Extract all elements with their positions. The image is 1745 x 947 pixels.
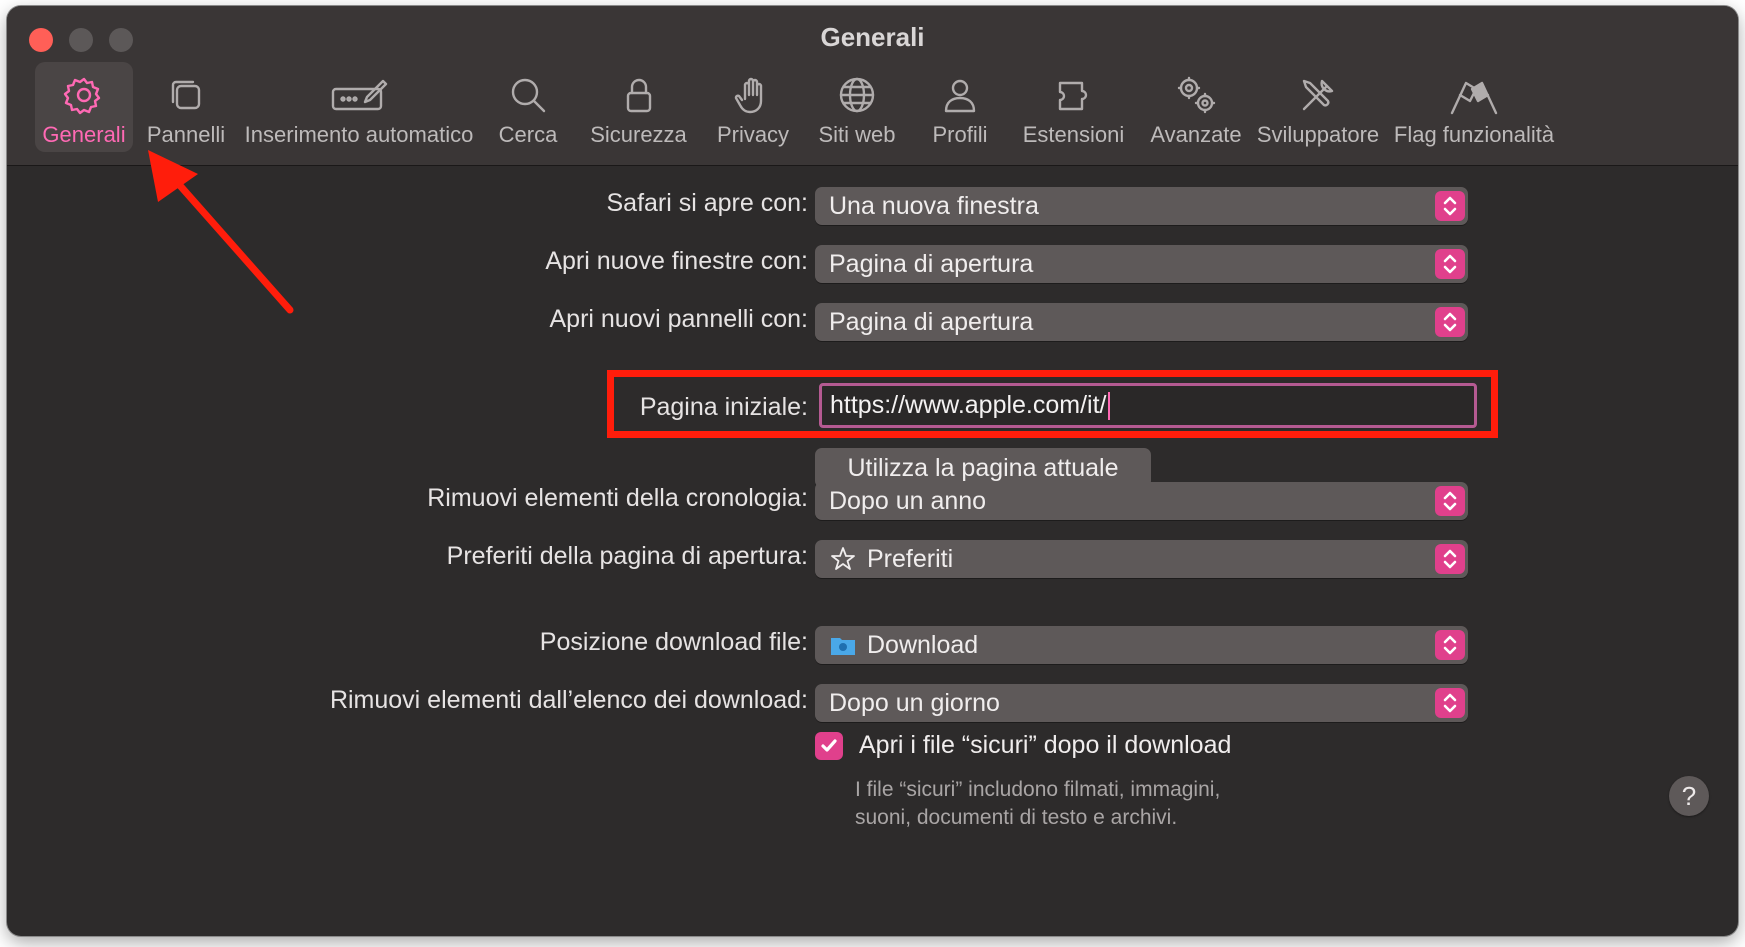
chevron-up-down-icon — [1435, 544, 1465, 574]
tab-label: Estensioni — [1022, 122, 1125, 147]
popup-value: Pagina di apertura — [829, 307, 1034, 336]
remove-downloads-label: Rimuovi elementi dall’elenco dei downloa… — [329, 686, 808, 714]
chevron-up-down-icon — [1435, 630, 1465, 660]
remove-history-popup[interactable]: Dopo un anno — [815, 482, 1468, 520]
remove-history-label: Rimuovi elementi della cronologia: — [427, 484, 808, 512]
tab-label: Sicurezza — [590, 122, 687, 147]
download-location-popup[interactable]: Download — [815, 626, 1468, 664]
flags-icon — [1439, 70, 1509, 120]
remove-downloads-popup[interactable]: Dopo un giorno — [815, 684, 1468, 722]
tab-label: Avanzate — [1150, 122, 1242, 147]
popup-value: Download — [867, 630, 979, 659]
open-safe-files-label[interactable]: Apri i file “sicuri” dopo il download — [859, 731, 1231, 760]
help-button[interactable]: ? — [1669, 776, 1709, 816]
download-location-label: Posizione download file: — [539, 628, 808, 656]
text-caret — [1107, 391, 1110, 420]
general-settings-panel: Safari si apre con: Una nuova finestra A… — [7, 166, 1738, 936]
tab-label: Generali — [42, 122, 126, 147]
safari-opens-with-label: Safari si apre con: — [606, 189, 809, 217]
safe-files-note-line: I file “sicuri” includono filmati, immag… — [855, 778, 1221, 801]
preferences-window: Generali Generali Pannelli Inserimento a… — [7, 6, 1738, 936]
start-page-favorites-popup[interactable]: Preferiti — [815, 540, 1468, 578]
gears-icon — [1171, 70, 1221, 120]
safari-opens-with-popup[interactable]: Una nuova finestra — [815, 187, 1468, 225]
star-icon — [829, 545, 857, 573]
tab-label: Siti web — [818, 122, 896, 147]
tab-inserimento-automatico[interactable]: Inserimento automatico — [239, 62, 479, 152]
tab-siti-web[interactable]: Siti web — [807, 62, 907, 152]
new-windows-popup[interactable]: Pagina di apertura — [815, 245, 1468, 283]
popup-value: Preferiti — [867, 544, 954, 573]
tab-generali[interactable]: Generali — [35, 62, 133, 152]
start-page-favorites-label: Preferiti della pagina di apertura: — [446, 542, 808, 570]
tab-label: Cerca — [498, 122, 558, 147]
folder-icon — [829, 631, 857, 659]
tab-cerca[interactable]: Cerca — [483, 62, 573, 152]
autofill-icon — [324, 70, 394, 120]
new-tabs-popup[interactable]: Pagina di apertura — [815, 303, 1468, 341]
tab-label: Sviluppatore — [1256, 122, 1380, 147]
popup-value: Pagina di apertura — [829, 249, 1034, 278]
hand-icon — [728, 70, 778, 120]
homepage-input[interactable]: https://www.apple.com/it/ — [819, 383, 1477, 428]
tab-sicurezza[interactable]: Sicurezza — [581, 62, 696, 152]
chevron-up-down-icon — [1435, 307, 1465, 337]
chevron-up-down-icon — [1435, 249, 1465, 279]
popup-value: Dopo un anno — [829, 486, 987, 515]
tab-label: Profili — [932, 122, 988, 147]
checkmark-icon — [821, 739, 837, 752]
gear-icon — [59, 70, 109, 120]
chevron-up-down-icon — [1435, 191, 1465, 221]
chevron-up-down-icon — [1435, 486, 1465, 516]
tabs-icon — [161, 70, 211, 120]
tab-label: Privacy — [716, 122, 790, 147]
homepage-value: https://www.apple.com/it/ — [830, 391, 1107, 419]
tab-sviluppatore[interactable]: Sviluppatore — [1253, 62, 1383, 152]
tab-label: Inserimento automatico — [244, 122, 474, 147]
lock-icon — [614, 70, 664, 120]
puzzle-icon — [1049, 70, 1099, 120]
new-windows-label: Apri nuove finestre con: — [545, 247, 808, 275]
tab-estensioni[interactable]: Estensioni — [1011, 62, 1136, 152]
tab-flag-funzionalita[interactable]: Flag funzionalità — [1389, 62, 1559, 152]
tab-profili[interactable]: Profili — [915, 62, 1005, 152]
open-safe-files-checkbox[interactable] — [815, 732, 843, 760]
safe-files-note-line: suoni, documenti di testo e archivi. — [855, 806, 1178, 829]
new-tabs-label: Apri nuovi pannelli con: — [549, 305, 809, 333]
titlebar: Generali Generali Pannelli Inserimento a… — [7, 6, 1738, 166]
tab-pannelli[interactable]: Pannelli — [141, 62, 231, 152]
tools-icon — [1293, 70, 1343, 120]
safe-files-note: I file “sicuri” includono filmati, immag… — [855, 776, 1315, 832]
tab-privacy[interactable]: Privacy — [703, 62, 803, 152]
tab-avanzate[interactable]: Avanzate — [1141, 62, 1251, 152]
chevron-up-down-icon — [1435, 688, 1465, 718]
popup-value: Una nuova finestra — [829, 191, 1039, 220]
homepage-label: Pagina iniziale: — [639, 393, 808, 421]
popup-value: Dopo un giorno — [829, 688, 1000, 717]
search-icon — [503, 70, 553, 120]
globe-icon — [832, 70, 882, 120]
person-icon — [935, 70, 985, 120]
tab-label: Pannelli — [146, 122, 226, 147]
window-title: Generali — [820, 22, 925, 52]
tab-label: Flag funzionalità — [1393, 122, 1555, 147]
